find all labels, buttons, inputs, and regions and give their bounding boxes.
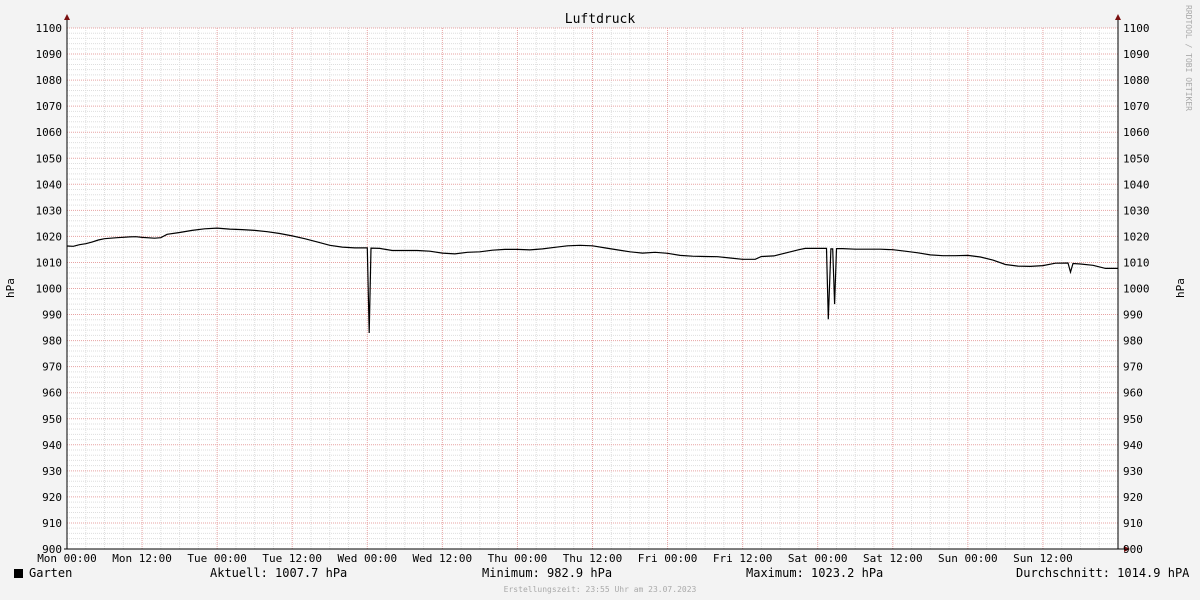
- y-tick-label-right: 990: [1123, 309, 1143, 322]
- y-tick-label-left: 990: [42, 309, 62, 322]
- grid: [66, 27, 1118, 550]
- legend: Garten Aktuell: 1007.7 hPa Minimum: 982.…: [0, 566, 1200, 584]
- chart-panel: 900 900 910 910 920 920 930 930 940 940 950 950 960 9…: [0, 0, 1200, 600]
- y-tick-label-right: 970: [1123, 361, 1143, 374]
- x-tick-label: Thu 12:00: [563, 552, 623, 565]
- y-tick-label-right: 980: [1123, 335, 1143, 348]
- y-tick-label-left: 1100: [36, 22, 63, 35]
- y-tick-label-left: 1030: [36, 204, 63, 217]
- y-tick-label-right: 900: [1123, 543, 1143, 556]
- y-tick-label-right: 1070: [1123, 100, 1150, 113]
- y-tick-label-right: 940: [1123, 439, 1143, 452]
- y-tick-label-left: 910: [42, 517, 62, 530]
- y-tick-label-right: 1030: [1123, 204, 1150, 217]
- y-tick-label-right: 1060: [1123, 126, 1150, 139]
- stat-maximum: Maximum: 1023.2 hPa: [746, 566, 884, 580]
- y-tick-label-right: 1050: [1123, 152, 1150, 165]
- y-tick-label-right: 1000: [1123, 283, 1150, 296]
- y-tick-label-right: 910: [1123, 517, 1143, 530]
- y-tick-label-right: 930: [1123, 465, 1143, 478]
- y-tick-label-left: 950: [42, 413, 62, 426]
- y-tick-label-right: 950: [1123, 413, 1143, 426]
- x-tick-label: Sun 12:00: [1013, 552, 1073, 565]
- y-tick-label-right: 1040: [1123, 178, 1150, 191]
- x-tick-label: Tue 00:00: [187, 552, 247, 565]
- y-tick-label-left: 960: [42, 387, 62, 400]
- y-tick-label-left: 1000: [36, 283, 63, 296]
- y-tick-label-right: 960: [1123, 387, 1143, 400]
- y-tick-label-left: 980: [42, 335, 62, 348]
- x-tick-label: Mon 00:00: [37, 552, 97, 565]
- y-axis-right-arrow: [1115, 14, 1121, 20]
- stat-current: Aktuell: 1007.7 hPa: [210, 566, 348, 580]
- x-tick-label: Fri 00:00: [638, 552, 698, 565]
- legend-series-name: Garten: [29, 566, 73, 580]
- y-tick-label-left: 970: [42, 361, 62, 374]
- legend-item-garten: Garten: [14, 566, 72, 580]
- y-tick-label-left: 1040: [36, 178, 63, 191]
- y-tick-label-left: 940: [42, 439, 62, 452]
- x-tick-label: Fri 12:00: [713, 552, 773, 565]
- x-tick-label: Tue 12:00: [262, 552, 322, 565]
- y-axis-left-arrow: [64, 14, 70, 20]
- y-axis-label-left: hPa: [4, 278, 17, 298]
- x-tick-label: Wed 00:00: [337, 552, 397, 565]
- y-tick-label-left: 920: [42, 491, 62, 504]
- chart-title: Luftdruck: [565, 12, 636, 27]
- y-axis-label-right: hPa: [1174, 278, 1187, 298]
- y-tick-label-left: 1020: [36, 230, 63, 243]
- stat-minimum: Minimum: 982.9 hPa: [482, 566, 613, 580]
- y-tick-label-right: 920: [1123, 491, 1143, 504]
- legend-swatch: [14, 569, 23, 578]
- y-tick-label-right: 1080: [1123, 74, 1150, 87]
- y-tick-label-left: 1010: [36, 256, 63, 269]
- x-tick-label: Sat 12:00: [863, 552, 923, 565]
- x-ticks: Mon 00:00 Mon 12:00 Tue 00:00 Tue 12:00 Wed …: [37, 552, 1073, 565]
- x-tick-label: Sat 00:00: [788, 552, 848, 565]
- y-tick-label-left: 1060: [36, 126, 63, 139]
- y-tick-label-left: 930: [42, 465, 62, 478]
- stat-average: Durchschnitt: 1014.9 hPA: [1016, 566, 1190, 580]
- x-tick-label: Mon 12:00: [112, 552, 172, 565]
- y-tick-label-left: 1090: [36, 48, 63, 61]
- y-tick-label-right: 1090: [1123, 48, 1150, 61]
- y-tick-label-left: 1050: [36, 152, 63, 165]
- creation-timestamp: Erstellungszeit: 23:55 Uhr am 23.07.2023: [503, 585, 697, 594]
- x-tick-label: Thu 00:00: [488, 552, 548, 565]
- x-tick-label: Sun 00:00: [938, 552, 998, 565]
- y-tick-label-left: 1070: [36, 100, 63, 113]
- chart-svg: 900 900910 910920 920930 930940 940950 950960 9…: [4, 5, 1193, 565]
- watermark: RRDTOOL / TOBI OETIKER: [1184, 5, 1193, 111]
- y-tick-label-right: 1020: [1123, 230, 1150, 243]
- y-tick-label-right: 1100: [1123, 22, 1150, 35]
- x-tick-label: Wed 12:00: [413, 552, 473, 565]
- y-tick-label-right: 1010: [1123, 256, 1150, 269]
- y-tick-label-left: 1080: [36, 74, 63, 87]
